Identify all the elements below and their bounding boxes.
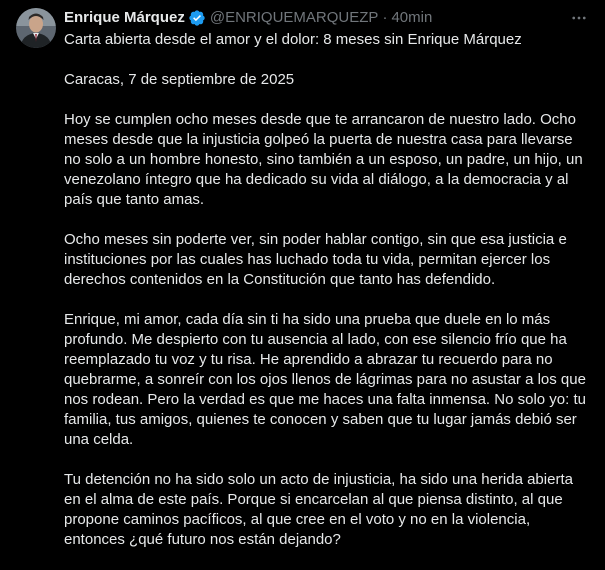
avatar-image — [16, 8, 56, 48]
post-paragraph: Ocho meses sin poderte ver, sin poder ha… — [64, 231, 567, 288]
post-content: Enrique Márquez @ENRIQUEMARQUEZP · 40min… — [64, 8, 589, 570]
post-paragraph: Tu detención no ha sido solo un acto de … — [64, 471, 573, 548]
post-header: Enrique Márquez @ENRIQUEMARQUEZP · 40min — [64, 8, 589, 28]
post-dateline: Caracas, 7 de septiembre de 2025 — [64, 71, 295, 88]
post-paragraph: Enrique, mi amor, cada día sin ti ha sid… — [64, 311, 586, 448]
post-text: Carta abierta desde el amor y el dolor: … — [64, 30, 589, 550]
avatar[interactable] — [16, 8, 56, 48]
author-handle[interactable]: @ENRIQUEMARQUEZP — [210, 8, 379, 28]
more-options-button[interactable] — [567, 6, 591, 30]
author-name[interactable]: Enrique Márquez — [64, 8, 185, 28]
post-title-line: Carta abierta desde el amor y el dolor: … — [64, 31, 522, 48]
avatar-column — [16, 8, 56, 570]
separator-dot: · — [382, 9, 388, 26]
post-timestamp[interactable]: 40min — [391, 8, 432, 28]
verified-badge-icon — [188, 9, 206, 27]
post[interactable]: Enrique Márquez @ENRIQUEMARQUEZP · 40min… — [0, 0, 605, 570]
more-horizontal-icon — [572, 16, 586, 20]
post-paragraph: Hoy se cumplen ocho meses desde que te a… — [64, 111, 583, 208]
